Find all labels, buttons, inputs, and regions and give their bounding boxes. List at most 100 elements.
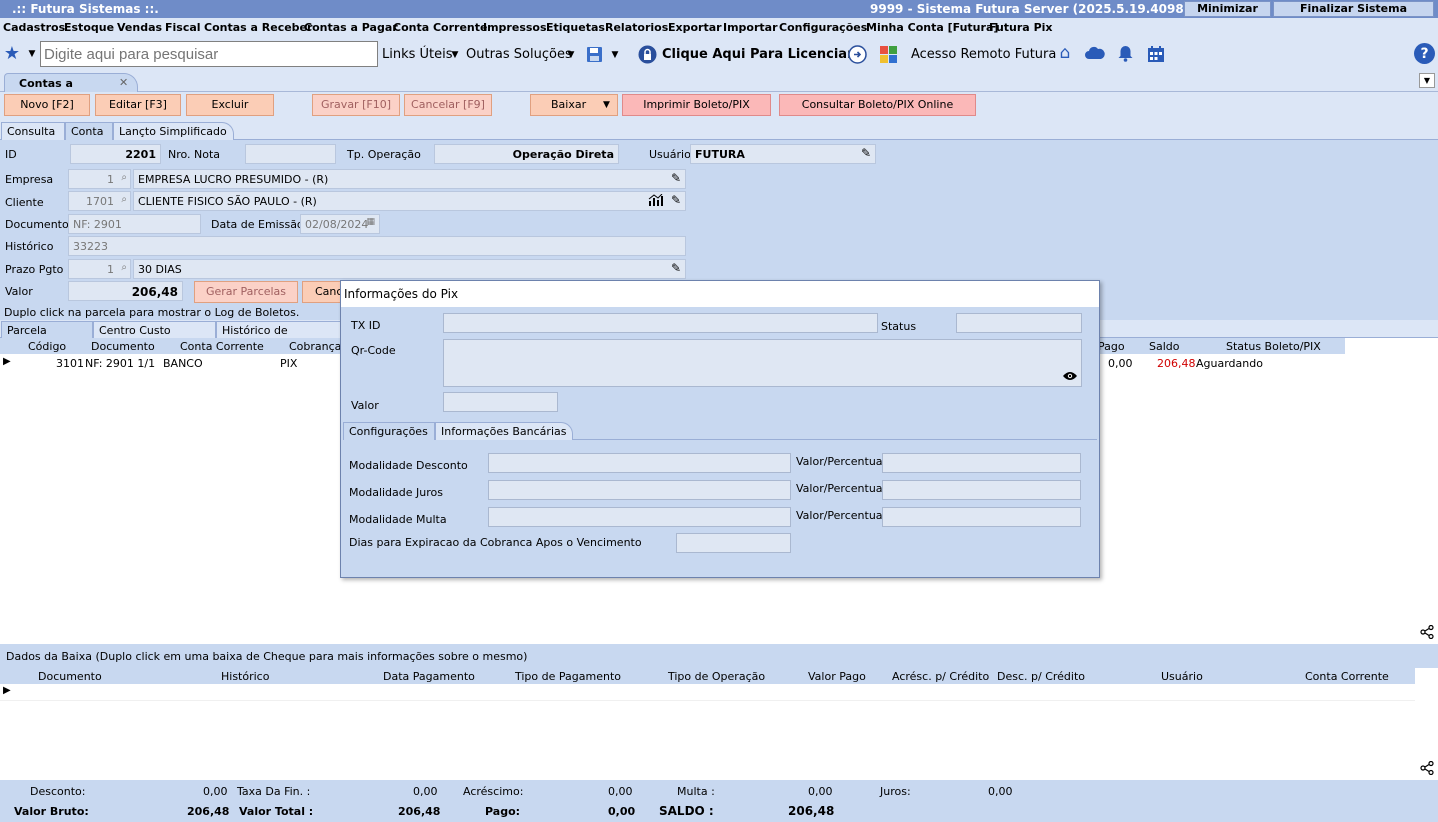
cliente-field[interactable]: CLIENTE FISICO SÃO PAULO - (R) ✎ [133, 191, 686, 211]
qrcode-field[interactable] [443, 339, 1082, 387]
modalidade-desconto-field[interactable] [488, 453, 791, 473]
chevron-down-icon[interactable]: ▼ [26, 48, 38, 60]
minimize-button[interactable]: Minimizar [1184, 1, 1271, 17]
eye-icon[interactable] [1063, 371, 1077, 384]
col-baixa-documento[interactable]: Documento [38, 670, 102, 683]
tab-historico-renegociacao[interactable]: Histórico de renegociaç [216, 321, 342, 350]
editar-button[interactable]: Editar [F3] [95, 94, 181, 116]
help-icon[interactable]: ? [1414, 43, 1435, 64]
menu-contas-receber[interactable]: Contas a Receber [204, 21, 312, 34]
search-input[interactable] [40, 41, 378, 67]
menu-cadastros[interactable]: Cadastros [3, 21, 65, 34]
menu-etiquetas[interactable]: Etiquetas [546, 21, 605, 34]
col-data-pagamento[interactable]: Data Pagamento [383, 670, 475, 683]
menu-relatorios[interactable]: Relatorios [605, 21, 668, 34]
save-disk-icon[interactable] [585, 45, 603, 63]
col-desc-credito[interactable]: Desc. p/ Crédito [997, 670, 1085, 683]
tabs-dropdown-icon[interactable]: ▼ [1419, 73, 1435, 88]
col-cobranca[interactable]: Cobrança [289, 340, 341, 353]
cloud-icon[interactable] [1085, 44, 1105, 62]
baixar-button[interactable]: Baixar ▼ [530, 94, 618, 116]
prazo-field[interactable]: 30 DIAS ✎ [133, 259, 686, 279]
col-tipo-operacao[interactable]: Tipo de Operação [668, 670, 765, 683]
tab-conta[interactable]: Conta [65, 122, 113, 140]
menu-estoque[interactable]: Estoque [64, 21, 114, 34]
tab-parcela[interactable]: Parcela (Alt+P) [1, 321, 93, 350]
menu-impressos[interactable]: Impressos [483, 21, 547, 34]
consultar-boleto-button[interactable]: Consultar Boleto/PIX Online [779, 94, 976, 116]
historico-field[interactable]: 33223 [68, 236, 686, 256]
chart-stats-icon[interactable] [648, 193, 663, 209]
tab-configuracoes[interactable]: Configurações [343, 422, 435, 440]
calendar-icon[interactable]: ▦ [366, 217, 375, 227]
status-field[interactable] [956, 313, 1082, 333]
color-grid-icon[interactable] [879, 45, 897, 63]
chevron-down-icon[interactable]: ▼ [566, 50, 576, 60]
chevron-down-icon[interactable]: ▼ [450, 50, 460, 60]
login-arrow-icon[interactable] [848, 45, 867, 64]
col-documento[interactable]: Documento [91, 340, 155, 353]
col-status[interactable]: Status Boleto/PIX [1226, 340, 1321, 353]
menu-configuracoes[interactable]: Configurações [779, 21, 867, 34]
cancelar-button[interactable]: Cancelar [F9] [404, 94, 492, 116]
dias-expiracao-field[interactable] [676, 533, 791, 553]
modalidade-juros-field[interactable] [488, 480, 791, 500]
menu-vendas[interactable]: Vendas [117, 21, 162, 34]
col-valor-pago[interactable]: Valor Pago [808, 670, 866, 683]
gravar-button[interactable]: Gravar [F10] [312, 94, 400, 116]
share-icon[interactable] [1419, 624, 1435, 640]
col-tipo-pagamento[interactable]: Tipo de Pagamento [515, 670, 621, 683]
table-row[interactable]: ▶ [0, 684, 1415, 701]
edit-pencil-icon[interactable]: ✎ [671, 171, 681, 185]
modalidade-multa-field[interactable] [488, 507, 791, 527]
prazo-code-field[interactable]: 1 ⌕ [68, 259, 131, 279]
lookup-search-icon[interactable]: ⌕ [121, 262, 127, 273]
menu-importar[interactable]: Importar [723, 21, 778, 34]
usuario-field[interactable]: FUTURA ✎ [690, 144, 876, 164]
cliente-code-field[interactable]: 1701 ⌕ [68, 191, 131, 211]
empresa-code-field[interactable]: 1 ⌕ [68, 169, 131, 189]
home-icon[interactable]: ⌂ [1056, 43, 1074, 63]
share-icon[interactable] [1419, 760, 1435, 776]
menu-minha-conta[interactable]: Minha Conta [Futura] [866, 21, 998, 34]
links-uteis-menu[interactable]: Links Úteis [382, 47, 453, 62]
tab-centro-custo[interactable]: Centro Custo (Alt+C) [93, 321, 216, 350]
valor-field[interactable]: 206,48 [68, 281, 183, 301]
pix-valor-field[interactable] [443, 392, 558, 412]
edit-pencil-icon[interactable]: ✎ [671, 261, 681, 275]
menu-futura-pix[interactable]: Futura Pix [989, 21, 1053, 34]
lock-icon[interactable] [638, 45, 657, 64]
menu-exportar[interactable]: Exportar [668, 21, 722, 34]
acesso-remoto-link[interactable]: Acesso Remoto Futura [911, 47, 1056, 62]
col-baixa-historico[interactable]: Histórico [221, 670, 269, 683]
desconto-valor-percentual-field[interactable] [882, 453, 1081, 473]
excluir-button[interactable]: Excluir [186, 94, 274, 116]
col-conta-corrente[interactable]: Conta Corrente [180, 340, 264, 353]
col-baixa-conta-corrente[interactable]: Conta Corrente [1305, 670, 1389, 683]
data-emissao-field[interactable]: 02/08/2024 ▦ [300, 214, 380, 234]
gerar-parcelas-button[interactable]: Gerar Parcelas [194, 281, 298, 303]
empresa-field[interactable]: EMPRESA LUCRO PRESUMIDO - (R) ✎ [133, 169, 686, 189]
col-pago[interactable]: Pago [1098, 340, 1125, 353]
menu-conta-corrente[interactable]: Conta Corrente [393, 21, 487, 34]
favorites-star-icon[interactable]: ★ [3, 43, 21, 64]
col-saldo[interactable]: Saldo [1149, 340, 1180, 353]
documento-field[interactable]: NF: 2901 [68, 214, 201, 234]
novo-button[interactable]: Novo [F2] [4, 94, 90, 116]
nro-nota-field[interactable] [245, 144, 336, 164]
id-field[interactable]: 2201 [70, 144, 161, 164]
finalize-button[interactable]: Finalizar Sistema [1273, 1, 1434, 17]
bell-icon[interactable] [1117, 44, 1134, 62]
col-codigo[interactable]: Código [28, 340, 66, 353]
calendar-icon[interactable] [1146, 44, 1165, 63]
col-usuario[interactable]: Usuário [1161, 670, 1203, 683]
lookup-search-icon[interactable]: ⌕ [121, 194, 127, 205]
edit-pencil-icon[interactable]: ✎ [861, 146, 871, 160]
tab-lancto-simplificado[interactable]: Lançto Simplificado [113, 122, 234, 140]
lookup-search-icon[interactable]: ⌕ [121, 172, 127, 183]
imprimir-boleto-button[interactable]: Imprimir Boleto/PIX [622, 94, 771, 116]
tab-informacoes-bancarias[interactable]: Informações Bancárias [435, 422, 573, 440]
col-acresc-credito[interactable]: Acrésc. p/ Crédito [892, 670, 989, 683]
menu-fiscal[interactable]: Fiscal [165, 21, 201, 34]
chevron-down-icon[interactable]: ▼ [610, 50, 620, 60]
